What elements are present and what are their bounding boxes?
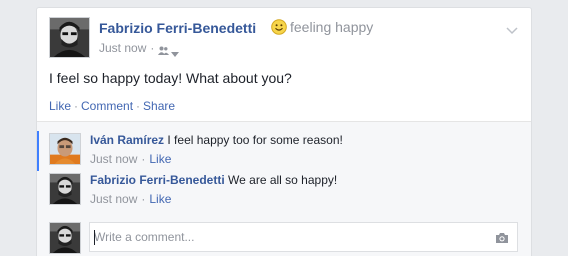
comment-item: Fabrizio Ferri-Benedetti We are all so h…	[37, 171, 531, 211]
post-actions: Like · Comment · Share	[49, 99, 175, 113]
comment-author[interactable]: Fabrizio Ferri-Benedetti	[90, 173, 225, 187]
feeling-label: feeling happy	[290, 19, 374, 35]
comment-separator: ·	[141, 152, 146, 166]
comment-text: I feel happy too for some reason!	[167, 133, 343, 147]
current-user-avatar-image	[50, 223, 80, 253]
comment-text: We are all so happy!	[228, 173, 338, 187]
post-meta: Just now ·	[99, 41, 180, 57]
comment-author[interactable]: Iván Ramírez	[90, 133, 164, 147]
camera-icon[interactable]	[495, 231, 509, 243]
comment-meta: Just now · Like	[90, 152, 171, 166]
comment-item: Iván Ramírez I feel happy too for some r…	[37, 131, 531, 171]
action-separator: ·	[136, 99, 141, 113]
smiley-emoji-icon	[271, 19, 287, 35]
comment-like-link[interactable]: Like	[149, 192, 171, 206]
text-caret	[94, 230, 95, 245]
comment-composer	[37, 216, 531, 256]
comment-timestamp[interactable]: Just now	[90, 192, 137, 206]
comment-timestamp[interactable]: Just now	[90, 152, 137, 166]
comment-content: Fabrizio Ferri-Benedetti We are all so h…	[90, 173, 337, 187]
comments-section: Iván Ramírez I feel happy too for some r…	[37, 121, 531, 256]
post-body-text: I feel so happy today! What about you?	[49, 70, 292, 86]
feeling-activity: feeling happy	[271, 19, 373, 35]
action-separator: ·	[74, 99, 79, 113]
comment-like-link[interactable]: Like	[149, 152, 171, 166]
author-avatar[interactable]	[49, 17, 90, 58]
post-author-name[interactable]: Fabrizio Ferri-Benedetti	[99, 20, 256, 36]
post-timestamp[interactable]: Just now	[99, 41, 146, 55]
comment-content: Iván Ramírez I feel happy too for some r…	[90, 133, 343, 147]
meta-separator: ·	[150, 41, 155, 55]
commenter-avatar-image	[50, 134, 80, 164]
commenter-avatar-image	[50, 174, 80, 204]
commenter-avatar[interactable]	[49, 133, 81, 165]
audience-dropdown-icon[interactable]	[171, 46, 180, 57]
chevron-down-icon[interactable]	[506, 22, 518, 35]
commenter-avatar[interactable]	[49, 173, 81, 205]
share-link[interactable]: Share	[143, 99, 175, 113]
comment-link[interactable]: Comment	[81, 99, 133, 113]
like-link[interactable]: Like	[49, 99, 71, 113]
current-user-avatar[interactable]	[49, 222, 81, 254]
post-card: Fabrizio Ferri-Benedetti feeling happy J…	[36, 7, 532, 256]
comment-separator: ·	[141, 192, 146, 206]
friends-audience-icon[interactable]	[158, 44, 170, 55]
author-avatar-image	[50, 18, 89, 57]
comment-meta: Just now · Like	[90, 192, 171, 206]
comment-input[interactable]	[89, 222, 518, 252]
